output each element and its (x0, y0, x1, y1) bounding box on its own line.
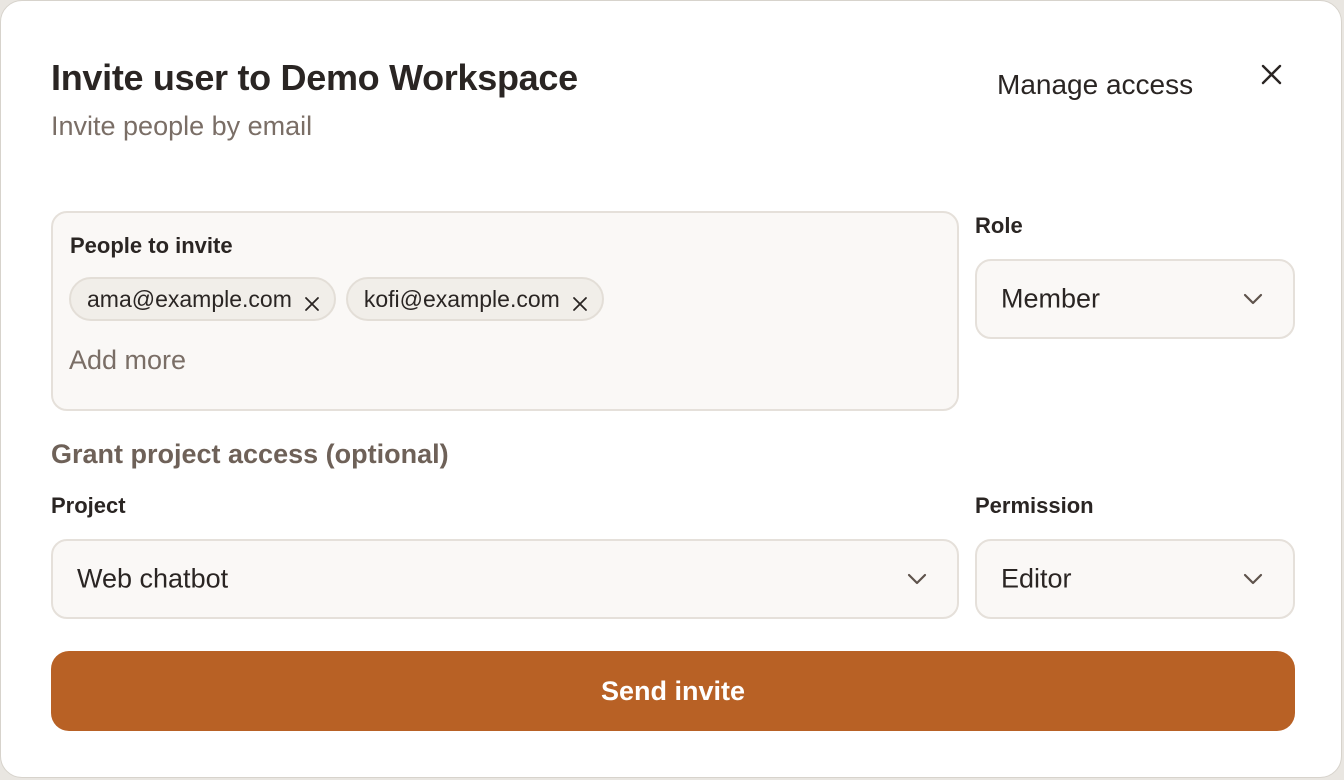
close-icon (572, 297, 587, 311)
remove-chip-button[interactable] (304, 291, 320, 311)
project-select[interactable]: Web chatbot (51, 539, 959, 619)
invite-dialog: Invite user to Demo Workspace Invite peo… (0, 0, 1342, 778)
close-button[interactable] (1253, 57, 1289, 93)
remove-chip-button[interactable] (572, 291, 588, 311)
project-select-value: Web chatbot (77, 563, 229, 594)
permission-label: Permission (975, 493, 1094, 518)
project-label: Project (51, 493, 126, 518)
close-icon (304, 297, 319, 311)
send-invite-button[interactable]: Send invite (51, 651, 1295, 731)
add-more-input[interactable] (69, 345, 769, 376)
permission-select-value: Editor (1001, 563, 1072, 594)
people-input-box[interactable]: People to invite ama@example.com kofi@ex… (51, 211, 959, 411)
close-icon (1261, 64, 1282, 85)
email-chip-label: ama@example.com (87, 285, 292, 312)
email-chip-list: ama@example.com kofi@example.com (69, 277, 604, 321)
dialog-title: Invite user to Demo Workspace (51, 57, 578, 98)
role-select[interactable]: Member (975, 259, 1295, 339)
people-to-invite-label: People to invite (70, 233, 233, 258)
permission-select[interactable]: Editor (975, 539, 1295, 619)
email-chip: ama@example.com (69, 277, 336, 321)
manage-access-link[interactable]: Manage access (997, 69, 1193, 101)
email-chip: kofi@example.com (345, 277, 604, 321)
dialog-subtitle: Invite people by email (51, 111, 313, 141)
chevron-down-icon (1243, 293, 1263, 305)
role-label: Role (975, 213, 1023, 238)
role-select-value: Member (1001, 283, 1101, 314)
chevron-down-icon (907, 573, 927, 585)
email-chip-label: kofi@example.com (363, 285, 560, 312)
chevron-down-icon (1243, 573, 1263, 585)
project-access-heading: Grant project access (optional) (51, 439, 449, 469)
